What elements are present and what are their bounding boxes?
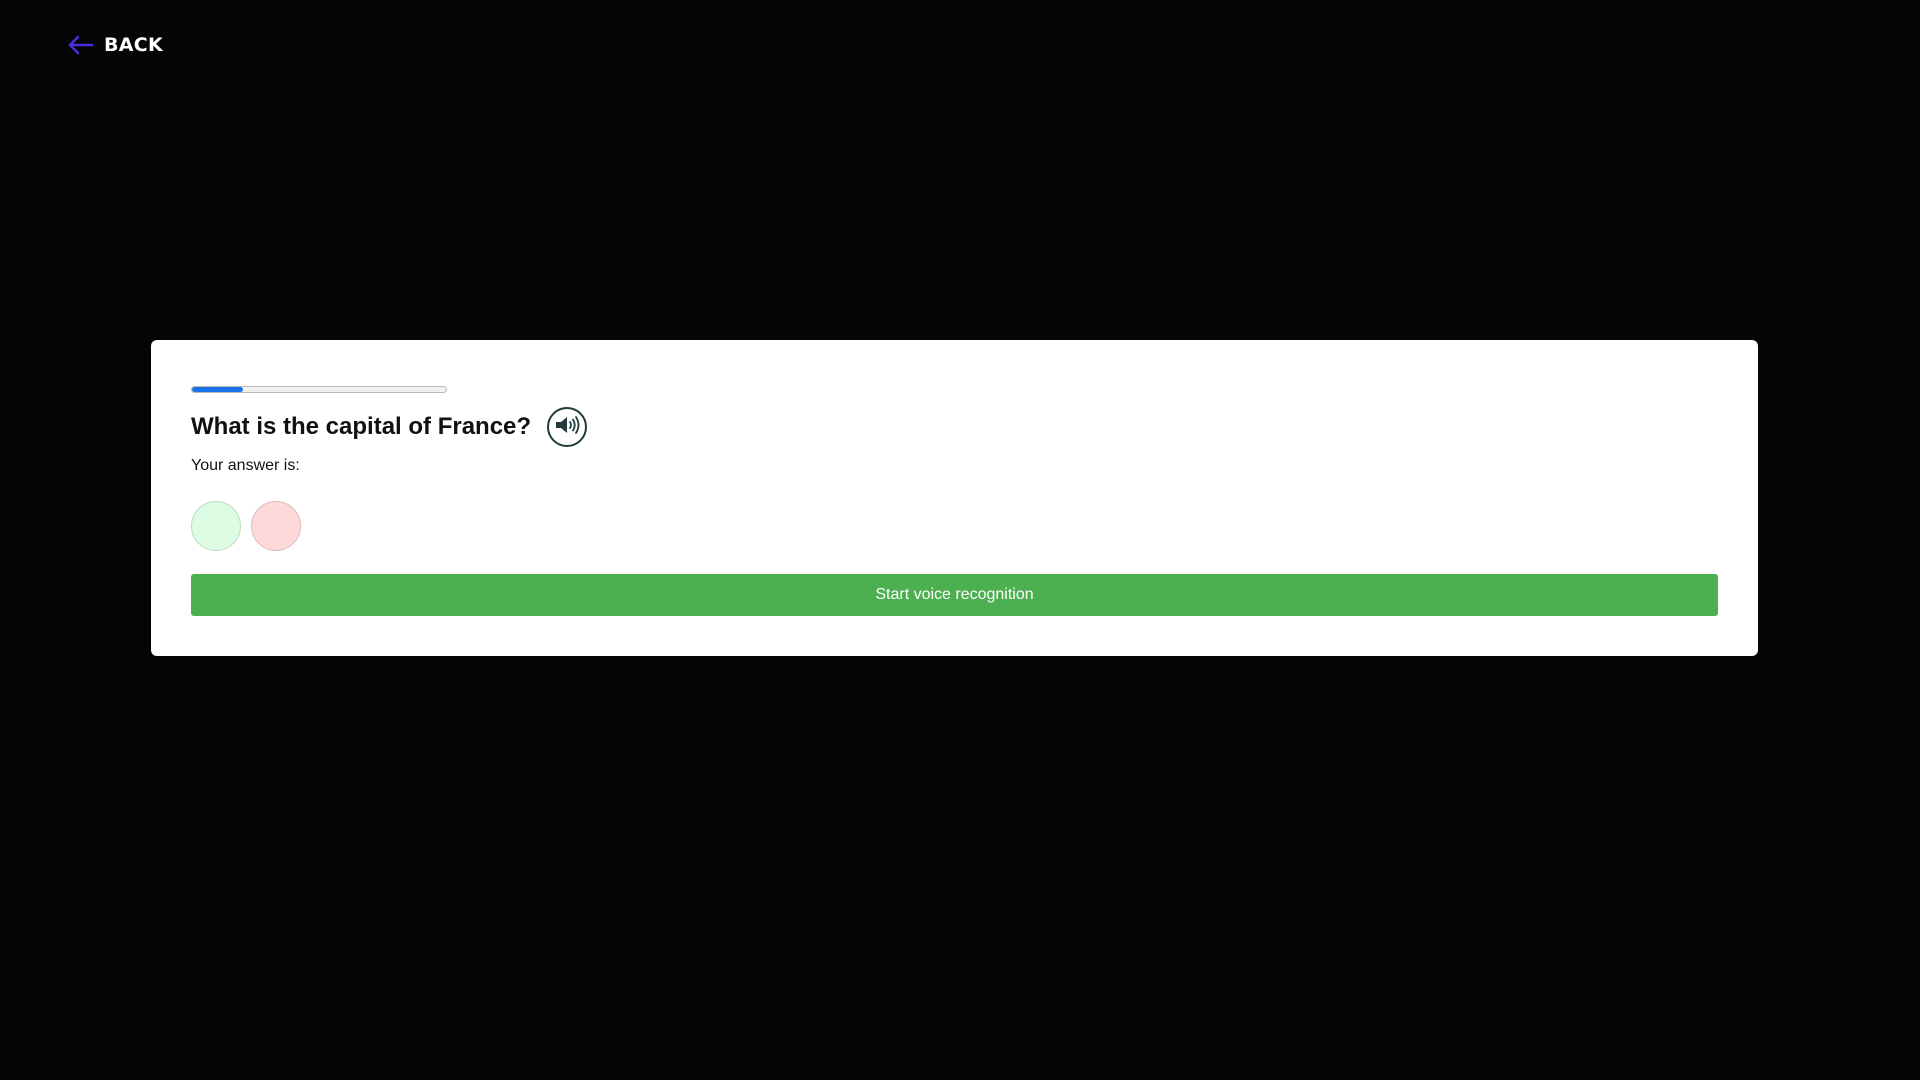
arrow-left-icon — [66, 34, 94, 56]
correct-indicator — [191, 501, 241, 551]
start-voice-recognition-button[interactable]: Start voice recognition — [191, 574, 1718, 616]
speaker-icon — [554, 414, 580, 441]
quiz-progress-bar — [191, 386, 447, 393]
question-text: What is the capital of France? — [191, 413, 532, 440]
quiz-card: What is the capital of France? Your answ… — [151, 340, 1758, 656]
question-row: What is the capital of France? — [191, 407, 588, 447]
quiz-progress-fill — [192, 387, 243, 392]
answer-indicators — [191, 501, 301, 551]
answer-label: Your answer is: — [191, 457, 300, 474]
speaker-button[interactable] — [547, 407, 588, 447]
wrong-indicator — [251, 501, 301, 551]
back-label: BACK — [104, 34, 164, 56]
back-link[interactable]: BACK — [66, 34, 163, 56]
